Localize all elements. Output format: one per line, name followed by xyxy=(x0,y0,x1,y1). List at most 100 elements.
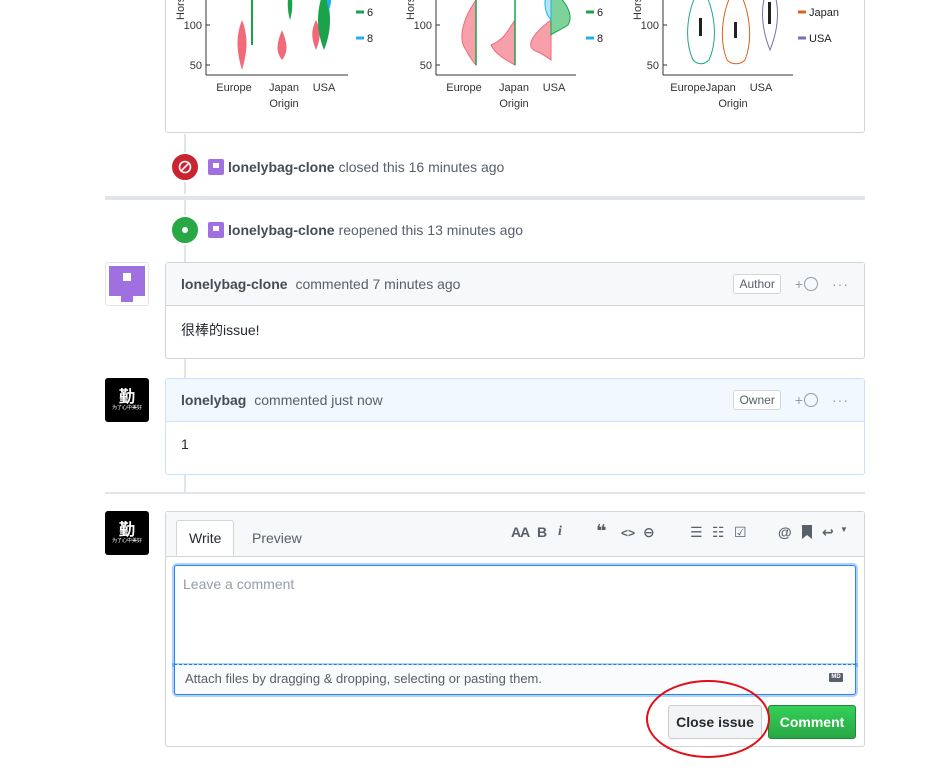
saved-reply-icon[interactable] xyxy=(802,525,812,542)
x-tick-label: USA xyxy=(543,82,566,94)
x-tick-label: Europe xyxy=(446,82,481,94)
avatar-caption: 为了心中美好 xyxy=(111,538,142,544)
bold-icon[interactable]: B xyxy=(537,524,547,540)
comment: lonelybag commented just now Owner + ···… xyxy=(165,378,865,475)
smiley-icon xyxy=(804,277,818,291)
more-options-button[interactable]: ··· xyxy=(832,392,849,408)
role-badge: Author xyxy=(733,274,781,294)
comment-timestamp[interactable]: commented just now xyxy=(254,392,382,408)
comment-body: 1 xyxy=(181,436,189,452)
user-avatar-small[interactable] xyxy=(208,159,224,175)
closed-event: lonelybag-clone closed this 16 minutes a… xyxy=(170,152,504,182)
chevron-down-icon[interactable]: ▼ xyxy=(840,525,848,534)
legend-label: 6 xyxy=(597,7,603,19)
y-tick-label: 50 xyxy=(190,60,202,72)
violin-shape xyxy=(734,22,737,38)
bookmark-icon xyxy=(802,525,812,539)
tab-write[interactable]: Write xyxy=(176,520,235,556)
reaction-plus: + xyxy=(794,392,803,408)
comment-body: 很棒的issue! xyxy=(181,322,260,338)
legend-label: 6 xyxy=(367,7,373,19)
x-axis-label: Origin xyxy=(499,98,528,110)
closed-badge xyxy=(170,152,200,182)
user-avatar-small[interactable] xyxy=(208,222,224,238)
attach-files-text: Attach files by dragging & dropping, sel… xyxy=(185,671,542,686)
comment-textarea[interactable]: Leave a comment xyxy=(174,565,856,665)
avatar-caption: 为了心中美好 xyxy=(111,405,142,411)
add-reaction-button[interactable]: + xyxy=(795,392,818,408)
avatar[interactable] xyxy=(105,262,149,306)
legend-label: 8 xyxy=(367,33,373,45)
ordered-list-icon[interactable]: ☷ xyxy=(712,524,725,541)
annotation-circle xyxy=(646,680,770,758)
x-axis-label: Origin xyxy=(718,98,747,110)
violin-shape xyxy=(544,0,552,22)
event-text: closed this 16 minutes ago xyxy=(338,159,505,175)
avatar-glyph: 勤 xyxy=(118,387,135,406)
violin-shape xyxy=(287,0,293,20)
avatar-glyph: 勤 xyxy=(118,520,135,539)
violin-shape xyxy=(490,0,516,66)
event-author[interactable]: lonelybag-clone xyxy=(228,159,335,175)
y-tick-label: 100 xyxy=(641,20,659,32)
y-axis-label: Horsepower xyxy=(632,0,644,20)
comment-header: lonelybag commented just now Owner + ··· xyxy=(166,379,864,422)
y-axis-label: Horsepower xyxy=(175,0,187,20)
violin-plots: 50100HorsepowerEuropeJapanUSAOrigin68501… xyxy=(175,0,839,110)
legend-label: 8 xyxy=(597,33,603,45)
event-author[interactable]: lonelybag-clone xyxy=(228,222,335,238)
comment: lonelybag-clone commented 7 minutes ago … xyxy=(165,262,865,359)
italic-icon[interactable]: i xyxy=(558,524,562,540)
violin-shape xyxy=(277,30,287,60)
violin-shape xyxy=(699,18,702,36)
task-list-icon[interactable]: ☑ xyxy=(734,524,747,541)
chart-image-card: 50100HorsepowerEuropeJapanUSAOrigin68501… xyxy=(165,0,865,133)
mention-icon[interactable]: @ xyxy=(778,524,792,540)
x-tick-label: Japan xyxy=(269,82,299,94)
legend-label: Japan xyxy=(809,7,839,19)
comment-header: lonelybag-clone commented 7 minutes ago … xyxy=(166,263,864,306)
markdown-icon[interactable]: MD xyxy=(829,673,843,682)
timeline-divider xyxy=(105,196,865,200)
comment-timestamp[interactable]: commented 7 minutes ago xyxy=(295,276,460,292)
x-tick-label: Japan xyxy=(499,82,529,94)
reply-dropdown-icon[interactable]: ↩ xyxy=(822,524,834,541)
comment-button[interactable]: Comment xyxy=(768,705,856,739)
code-icon[interactable]: <> xyxy=(621,526,635,540)
smiley-icon xyxy=(804,393,818,407)
legend-label: USA xyxy=(809,33,832,45)
x-tick-label: EuropeJapan xyxy=(670,82,735,94)
violin-shape xyxy=(237,20,247,70)
y-axis-label: Horsepower xyxy=(405,0,417,20)
x-tick-label: Europe xyxy=(216,82,251,94)
comment-author[interactable]: lonelybag-clone xyxy=(181,276,288,292)
unordered-list-icon[interactable]: ☰ xyxy=(690,524,703,541)
quote-icon[interactable]: ❝ xyxy=(596,521,607,542)
comment-meta: lonelybag-clone commented 7 minutes ago xyxy=(181,276,733,292)
comment-meta: lonelybag commented just now xyxy=(181,392,733,408)
avatar[interactable]: 勤 为了心中美好 xyxy=(105,378,149,422)
tab-preview[interactable]: Preview xyxy=(240,520,314,556)
violin-shape xyxy=(768,2,771,24)
add-reaction-button[interactable]: + xyxy=(795,276,818,292)
reopened-badge xyxy=(170,215,200,245)
violin-shape xyxy=(550,0,571,37)
x-tick-label: USA xyxy=(313,82,336,94)
role-badge: Owner xyxy=(733,390,781,410)
event-text: reopened this 13 minutes ago xyxy=(338,222,524,238)
y-tick-label: 50 xyxy=(647,60,659,72)
heading-icon[interactable]: AA xyxy=(511,524,530,540)
violin-shape xyxy=(530,18,552,62)
y-tick-label: 50 xyxy=(420,60,432,72)
link-icon[interactable]: ⊖ xyxy=(643,524,655,541)
attach-files-bar[interactable]: Attach files by dragging & dropping, sel… xyxy=(174,665,856,695)
timeline-line xyxy=(184,474,186,492)
y-tick-label: 100 xyxy=(414,20,432,32)
timeline-divider xyxy=(105,492,865,494)
timeline-line xyxy=(184,358,186,378)
reopened-event: lonelybag-clone reopened this 13 minutes… xyxy=(170,215,523,245)
more-options-button[interactable]: ··· xyxy=(832,276,849,292)
comment-author[interactable]: lonelybag xyxy=(181,392,246,408)
composer-header: Write Preview AA B i ❝ <> ⊖ ☰ ☷ ☑ @ ↩ ▼ xyxy=(166,512,864,557)
avatar[interactable]: 勤 为了心中美好 xyxy=(105,511,149,555)
